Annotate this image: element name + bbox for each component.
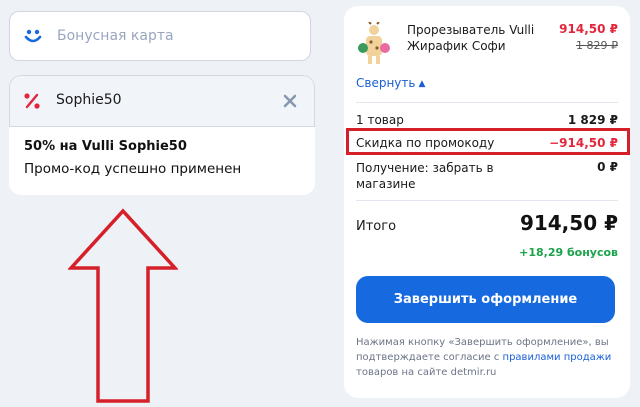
delivery-value: 0 ₽	[597, 160, 618, 174]
discount-highlight-annotation	[346, 128, 630, 155]
smile-icon	[24, 29, 42, 43]
sales-rules-link[interactable]: правилами продажи	[503, 352, 612, 363]
bonus-earn-badge: +18,29 бонусов	[519, 246, 618, 259]
promo-code-value: Sophie50	[56, 92, 122, 108]
promo-input[interactable]: Sophie50	[9, 75, 315, 127]
collapse-label: Свернуть	[356, 76, 416, 90]
product-name[interactable]: Прорезыватель Vulli Жирафик Софи	[407, 22, 557, 54]
divider	[356, 200, 618, 201]
bonus-card-placeholder: Бонусная карта	[57, 28, 174, 44]
promo-success-message: Промо-код успешно применен	[24, 161, 242, 177]
order-summary-panel: Прорезыватель Vulli Жирафик Софи 914,50 …	[344, 6, 630, 398]
legal-note-suffix: товаров на сайте detmir.ru	[356, 367, 497, 378]
up-arrow-annotation	[68, 208, 178, 403]
complete-order-button[interactable]: Завершить оформление	[356, 276, 615, 323]
collapse-button[interactable]: Свернуть ▲	[356, 76, 425, 90]
items-value: 1 829 ₽	[567, 113, 618, 127]
percent-icon	[24, 93, 40, 109]
delivery-row: Получение: забрать в магазине 0 ₽	[356, 160, 618, 192]
chevron-up-icon: ▲	[418, 79, 426, 89]
items-label: 1 товар	[356, 113, 404, 127]
divider	[356, 102, 618, 103]
total-label: Итого	[356, 219, 397, 234]
product-old-price: 1 829 ₽	[576, 39, 618, 52]
promo-title: 50% на Vulli Sophie50	[24, 139, 187, 154]
total-value: 914,50 ₽	[519, 211, 618, 235]
items-row: 1 товар 1 829 ₽	[356, 113, 618, 127]
close-icon[interactable]	[282, 93, 298, 109]
bonus-card-field[interactable]: Бонусная карта	[9, 11, 311, 61]
promo-card: Sophie50 50% на Vulli Sophie50 Промо-код…	[9, 75, 315, 195]
product-price: 914,50 ₽	[559, 22, 618, 36]
delivery-label: Получение: забрать в магазине	[356, 161, 494, 191]
giraffe-toy-image	[358, 22, 390, 64]
legal-note: Нажимая кнопку «Завершить оформление», в…	[356, 335, 618, 380]
